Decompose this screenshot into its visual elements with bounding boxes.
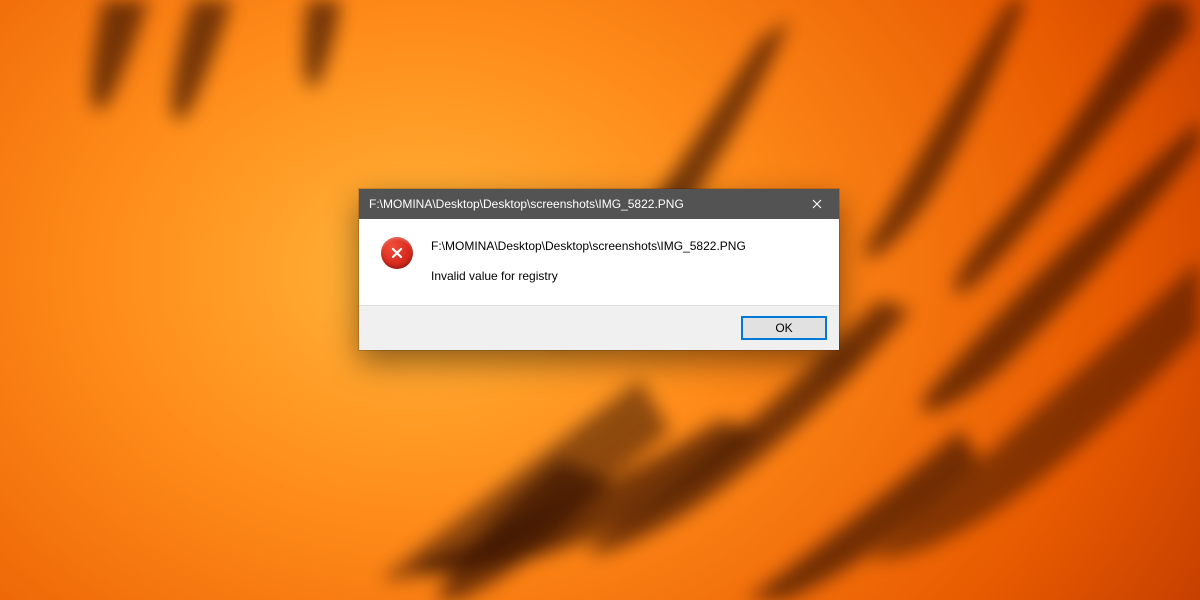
close-button[interactable] [794,189,839,219]
dialog-content: F:\MOMINA\Desktop\Desktop\screenshots\IM… [359,219,839,305]
dialog-titlebar[interactable]: F:\MOMINA\Desktop\Desktop\screenshots\IM… [359,189,839,219]
ok-button[interactable]: OK [741,316,827,340]
message-error-text: Invalid value for registry [431,269,819,283]
dialog-title: F:\MOMINA\Desktop\Desktop\screenshots\IM… [359,189,794,219]
error-dialog: F:\MOMINA\Desktop\Desktop\screenshots\IM… [359,189,839,350]
error-icon [381,237,413,269]
message-path-text: F:\MOMINA\Desktop\Desktop\screenshots\IM… [431,239,819,253]
dialog-button-row: OK [359,305,839,350]
dialog-message: F:\MOMINA\Desktop\Desktop\screenshots\IM… [431,237,819,283]
close-icon [812,199,822,209]
